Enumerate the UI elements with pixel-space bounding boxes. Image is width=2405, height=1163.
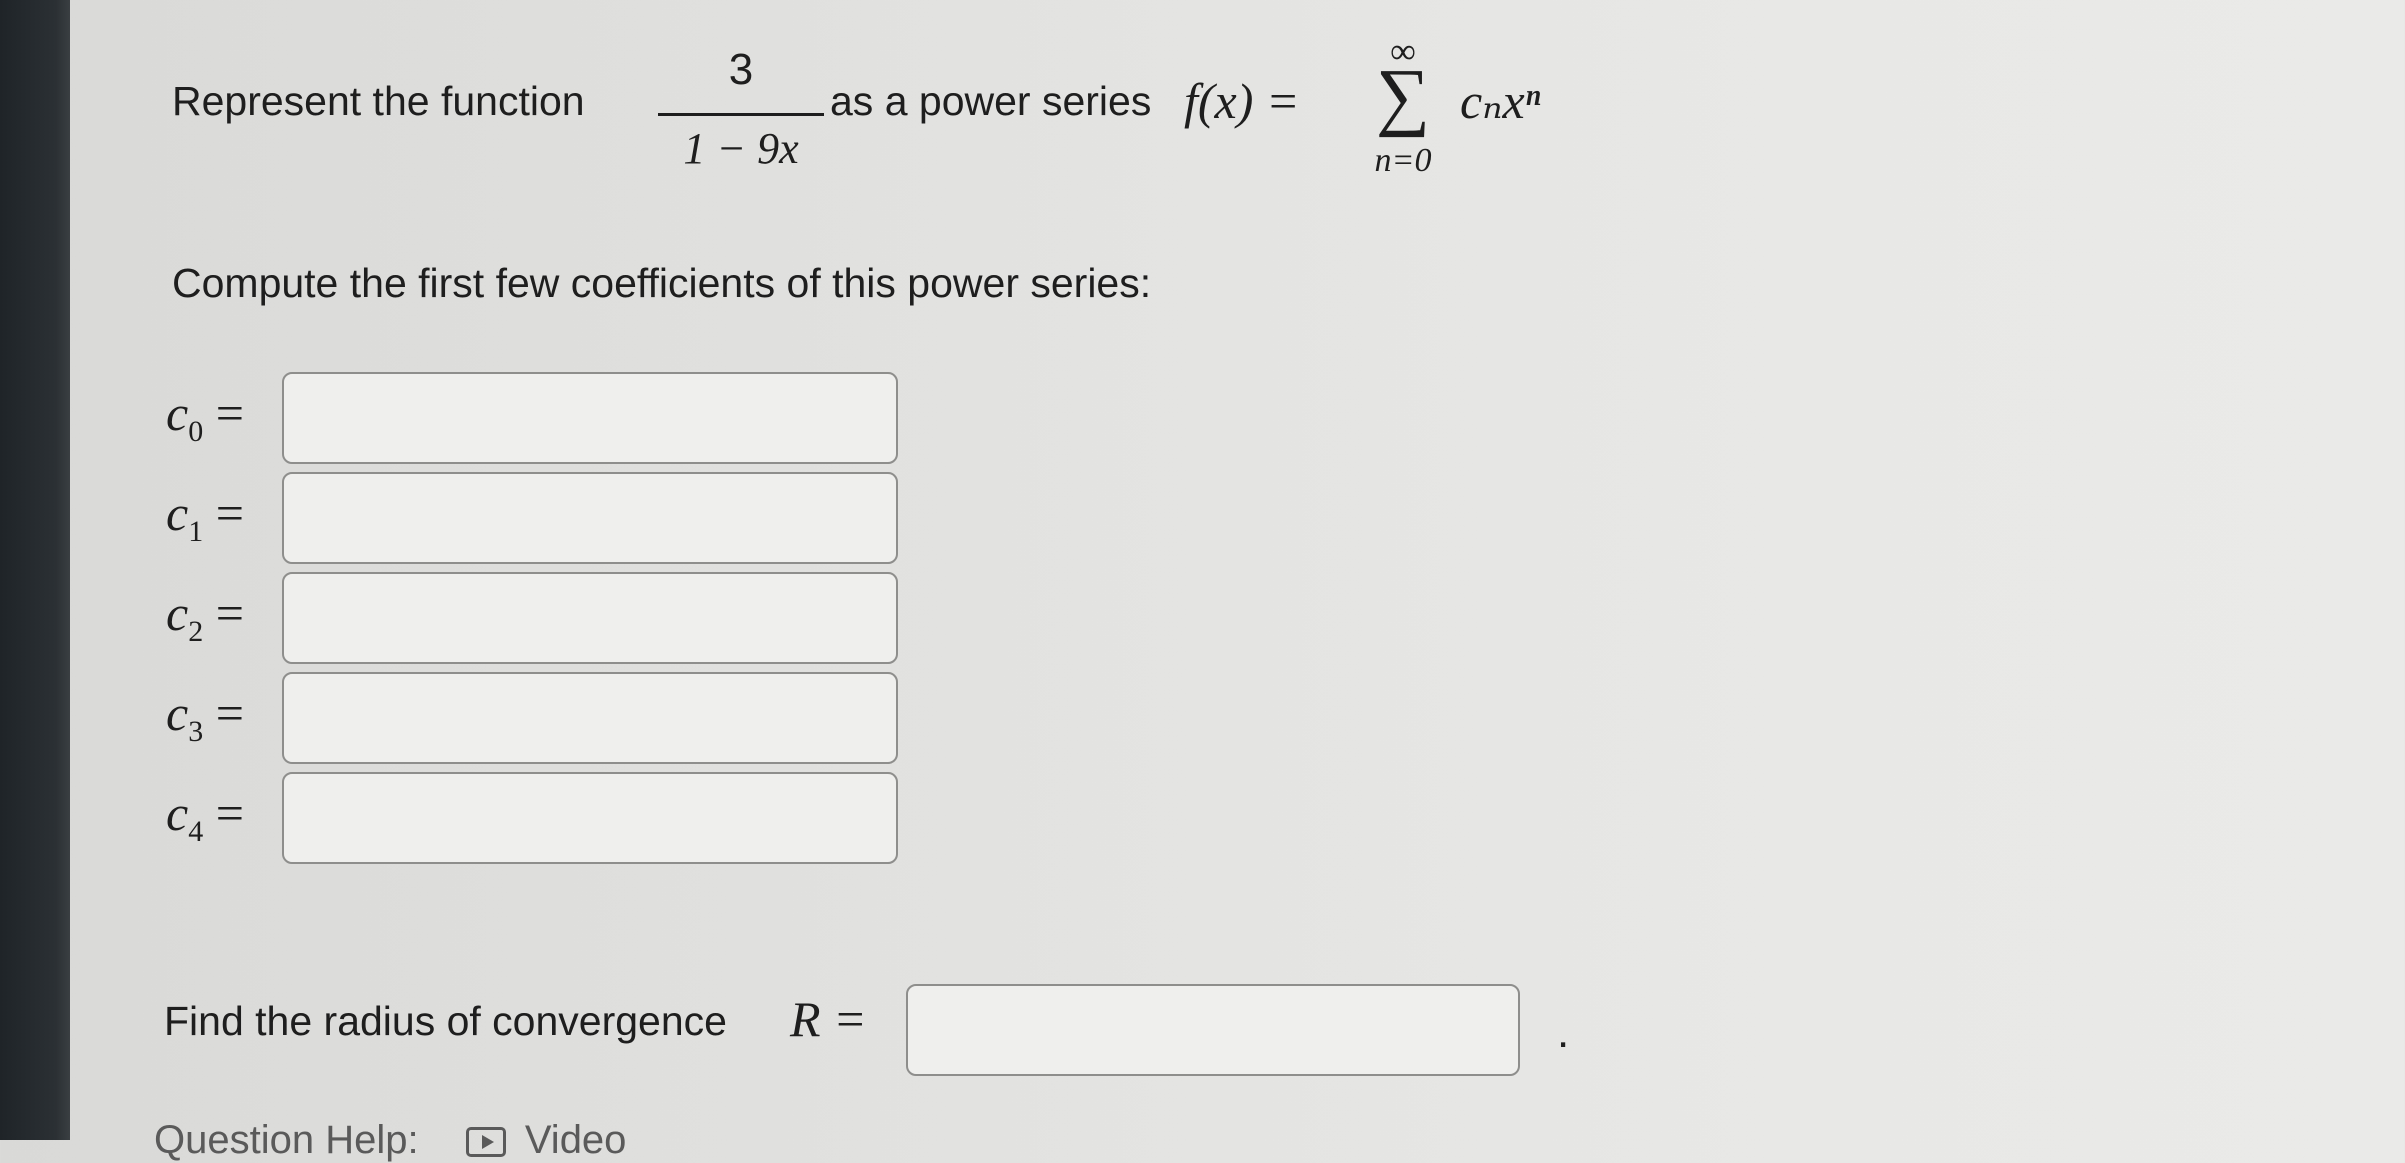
coefficient-row-c0: c0 =	[166, 372, 906, 464]
problem-statement: Represent the function 3 1 − 9x as a pow…	[172, 31, 1622, 179]
series-lhs: f(x) =	[1184, 73, 1300, 129]
series-term: cₙxⁿ	[1460, 73, 1541, 129]
coefficients-prompt: Compute the first few coefficients of th…	[172, 260, 1152, 306]
coefficient-row-c3: c3 =	[166, 672, 906, 764]
coefficient-label: c4 =	[166, 785, 244, 848]
c2-input[interactable]	[282, 572, 898, 664]
sigma-symbol: ∑	[1375, 54, 1431, 138]
fraction-bar	[658, 113, 824, 116]
radius-input[interactable]	[906, 984, 1520, 1076]
sum-lower-limit: n=0	[1374, 142, 1432, 179]
fraction-numerator: 3	[728, 45, 754, 94]
intro-prefix: Represent the function	[172, 78, 585, 124]
fraction-denominator: 1 − 9x	[683, 124, 799, 173]
c0-input[interactable]	[282, 372, 898, 464]
coefficient-label: c2 =	[166, 585, 244, 648]
function-fraction: 3 1 − 9x	[650, 45, 832, 175]
question-panel: Represent the function 3 1 − 9x as a pow…	[0, 0, 2405, 1162]
radius-symbol: R =	[790, 991, 867, 1047]
intro-mid: as a power series	[830, 78, 1152, 124]
c3-input[interactable]	[282, 672, 898, 764]
coefficient-label: c0 =	[166, 385, 244, 448]
coefficient-label: c3 =	[166, 685, 244, 748]
radius-label: Find the radius of convergence	[164, 998, 727, 1044]
coefficient-row-c1: c1 =	[166, 472, 906, 564]
summation: ∞ ∑ n=0	[1348, 30, 1458, 190]
radius-question: Find the radius of convergence R = .	[164, 984, 1614, 1090]
coefficient-row-c2: c2 =	[166, 572, 906, 664]
video-play-icon[interactable]	[465, 1127, 506, 1158]
c1-input[interactable]	[282, 472, 898, 564]
video-link[interactable]: Video	[525, 1118, 627, 1162]
question-help: Question Help: Video	[154, 1118, 626, 1163]
coefficient-row-c4: c4 =	[166, 772, 906, 864]
coefficient-label: c1 =	[166, 485, 244, 548]
trailing-period: .	[1557, 1008, 1570, 1057]
question-help-label: Question Help:	[154, 1118, 419, 1162]
c4-input[interactable]	[282, 772, 898, 864]
